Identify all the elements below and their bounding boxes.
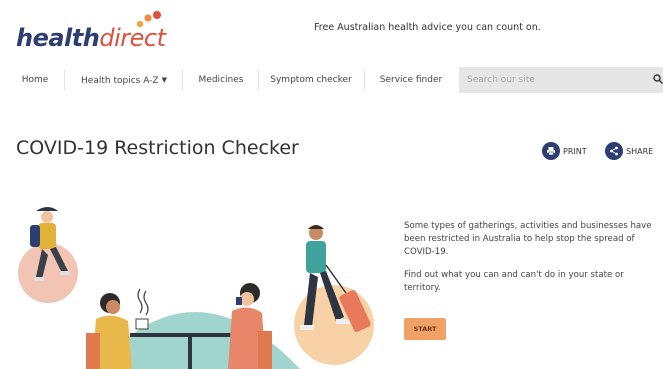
nav-health-topics[interactable]: Health topics A-Z ▼ — [68, 64, 180, 96]
main-nav: Home Health topics A-Z ▼ Medicines Sympto… — [6, 64, 663, 96]
share-label: SHARE — [626, 146, 654, 156]
intro-text: Some types of gatherings, activities and… — [404, 220, 654, 305]
logo-wordmark: healthdirect — [16, 24, 166, 52]
nav-home[interactable]: Home — [10, 64, 60, 96]
person-with-luggage-icon — [294, 225, 374, 365]
print-label: PRINT — [563, 146, 587, 156]
search-icon[interactable] — [653, 74, 663, 84]
nav-divider — [258, 70, 259, 90]
nav-medicines-label: Medicines — [198, 75, 244, 85]
print-button[interactable]: PRINT — [542, 142, 587, 160]
printer-icon — [542, 142, 560, 160]
nav-divider — [64, 70, 65, 90]
page-title: COVID-19 Restriction Checker — [16, 137, 299, 159]
intro-paragraph: Some types of gatherings, activities and… — [404, 221, 652, 257]
nav-health-topics-label: Health topics A-Z — [81, 76, 159, 86]
nav-symptom-checker[interactable]: Symptom checker — [262, 64, 360, 96]
person-seated-right-icon — [228, 283, 272, 369]
logo-direct-text: direct — [99, 24, 166, 52]
instruction-paragraph: Find out what you can and can't do in yo… — [404, 270, 624, 293]
person-walking-icon — [18, 207, 78, 303]
tagline: Free Australian health advice you can co… — [314, 22, 541, 33]
restriction-illustration — [18, 207, 374, 369]
healthdirect-logo[interactable]: healthdirect — [16, 11, 186, 56]
start-button[interactable]: START — [404, 318, 446, 340]
share-button[interactable]: SHARE — [605, 142, 653, 160]
nav-divider — [182, 70, 183, 90]
nav-service-finder-label: Service finder — [379, 75, 443, 85]
nav-service-finder[interactable]: Service finder — [368, 64, 454, 96]
caret-down-icon: ▼ — [161, 76, 167, 84]
logo-health-text: health — [16, 24, 100, 52]
nav-divider — [364, 70, 365, 90]
person-seated-left-icon — [86, 293, 132, 369]
search-input[interactable] — [459, 67, 663, 93]
nav-medicines[interactable]: Medicines — [186, 64, 256, 96]
share-icon — [605, 142, 623, 160]
nav-symptom-checker-label: Symptom checker — [270, 75, 352, 85]
nav-home-label: Home — [21, 75, 49, 85]
